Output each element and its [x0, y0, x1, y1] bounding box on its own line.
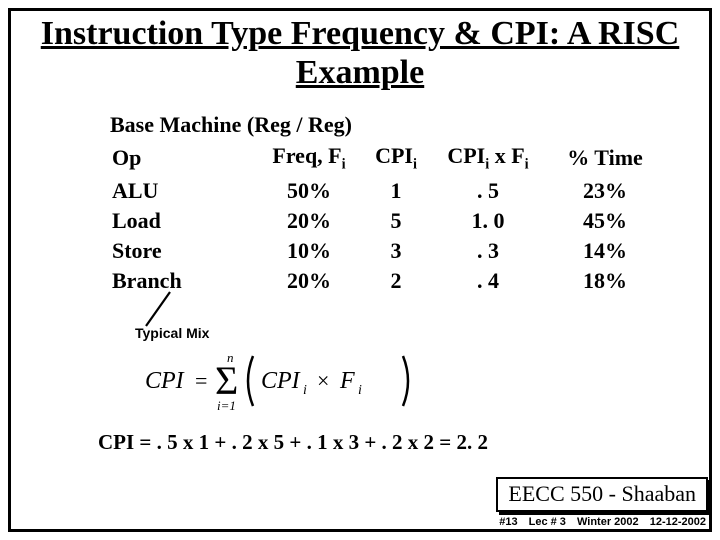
cpi-calculation: CPI = . 5 x 1 + . 2 x 5 + . 1 x 3 + . 2 …	[98, 430, 488, 455]
course-footer-box: EECC 550 - Shaaban	[496, 477, 708, 512]
sigma-i: i=1	[217, 398, 236, 413]
slide-meta: #13 Lec # 3 Winter 2002 12-12-2002	[491, 516, 706, 528]
svg-text:F: F	[339, 368, 355, 394]
svg-text:i: i	[358, 383, 362, 398]
svg-text:i: i	[303, 383, 307, 398]
term: Winter 2002	[577, 516, 639, 528]
cpi-formula: CPI = n Σ i=1 CPI i × F i	[145, 348, 425, 414]
svg-text:CPI: CPI	[145, 368, 185, 394]
slide-number: #13	[499, 516, 517, 528]
date: 12-12-2002	[650, 516, 706, 528]
svg-text:Σ: Σ	[215, 358, 238, 403]
svg-text:CPI: CPI	[261, 368, 301, 394]
svg-text:=: =	[195, 368, 207, 393]
lecture-number: Lec # 3	[529, 516, 566, 528]
svg-text:×: ×	[317, 368, 329, 393]
typical-mix-label: Typical Mix	[135, 325, 209, 341]
